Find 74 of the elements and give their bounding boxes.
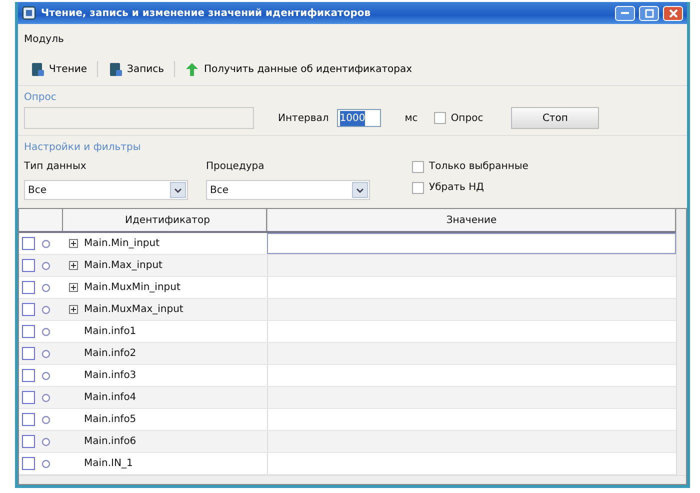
group-title: Настройки и фильтры xyxy=(23,141,142,155)
checkbox[interactable] xyxy=(434,112,446,124)
column-header[interactable]: Идентификатор xyxy=(63,209,267,231)
unit-label: мс xyxy=(404,112,418,126)
arrow-up-icon xyxy=(185,62,200,76)
radio-icon xyxy=(41,436,51,446)
checkbox[interactable] xyxy=(22,325,35,338)
table-cell-text: Main.IN_1 xyxy=(84,457,133,471)
radio-icon xyxy=(41,238,51,248)
toolbar-button[interactable]: Запись xyxy=(102,62,170,76)
table-cell-text: Main.MuxMin_input xyxy=(84,281,180,295)
table-cell-text: Main.Max_input xyxy=(84,259,162,273)
table-cell-text: Main.info6 xyxy=(84,435,136,449)
table-cell-text: Main.info2 xyxy=(84,347,136,361)
chevron-down-icon xyxy=(356,186,364,194)
window-title: Чтение, запись и изменение значений идентификаторов xyxy=(41,6,372,20)
checkbox-label: Только выбранные xyxy=(429,160,528,174)
close-button[interactable] xyxy=(663,6,683,20)
table-cell-text: Main.info4 xyxy=(84,391,136,405)
checkbox[interactable] xyxy=(22,281,35,294)
interval-field[interactable]: 1000 xyxy=(336,109,381,127)
table-cell-text: Main.info3 xyxy=(84,369,136,383)
checkbox-label: Опрос xyxy=(450,112,484,126)
cell-editor[interactable] xyxy=(267,233,676,254)
checkbox[interactable] xyxy=(22,435,35,448)
radio-icon xyxy=(41,326,51,336)
radio-icon xyxy=(41,370,51,380)
menu-item[interactable]: Модуль xyxy=(18,24,70,53)
book-icon xyxy=(30,62,45,76)
checkbox-label: Убрать НД xyxy=(429,181,484,195)
maximize-button[interactable] xyxy=(639,6,659,20)
scrollbar[interactable] xyxy=(676,209,686,475)
checkbox[interactable] xyxy=(22,391,35,404)
maximize-icon xyxy=(644,8,654,18)
chevron-down-icon xyxy=(174,186,182,194)
scrollbar[interactable] xyxy=(19,475,686,484)
expand-icon[interactable] xyxy=(69,305,78,314)
checkbox[interactable] xyxy=(22,237,35,250)
dropdown[interactable]: Все xyxy=(24,180,188,200)
checkbox[interactable] xyxy=(22,457,35,470)
stop-button[interactable]: Стоп xyxy=(511,107,600,129)
toolbar-button[interactable]: Чтение xyxy=(24,62,94,76)
close-icon xyxy=(668,8,678,18)
minimize-button[interactable] xyxy=(615,6,635,20)
checkbox[interactable] xyxy=(22,259,35,272)
expand-icon[interactable] xyxy=(69,239,78,248)
field-label: Тип данных xyxy=(24,160,88,174)
table-cell-text: Main.info1 xyxy=(84,325,136,339)
expand-icon[interactable] xyxy=(69,261,78,270)
app-icon xyxy=(22,6,36,20)
checkbox[interactable] xyxy=(412,182,424,194)
field-label: Интервал xyxy=(278,112,329,126)
radio-icon xyxy=(41,304,51,314)
dropdown[interactable]: Все xyxy=(206,180,370,200)
table-cell-text: Main.Min_input xyxy=(84,237,160,251)
table-cell-text: Main.MuxMax_input xyxy=(84,303,184,317)
radio-icon xyxy=(41,392,51,402)
field-label: Процедура xyxy=(206,160,266,174)
minimize-icon xyxy=(621,12,629,14)
radio-icon xyxy=(41,282,51,292)
checkbox[interactable] xyxy=(22,413,35,426)
checkbox[interactable] xyxy=(22,369,35,382)
table-cell-text: Main.info5 xyxy=(84,413,136,427)
book-icon xyxy=(108,62,124,76)
toolbar-button[interactable]: Получить данные об идентификаторах xyxy=(179,62,418,76)
radio-icon xyxy=(41,458,51,468)
checkbox[interactable] xyxy=(22,347,35,360)
radio-icon xyxy=(41,348,51,358)
checkbox[interactable] xyxy=(22,303,35,316)
radio-icon xyxy=(41,414,51,424)
radio-icon xyxy=(41,260,51,270)
checkbox[interactable] xyxy=(412,160,424,172)
expand-icon[interactable] xyxy=(69,283,78,292)
group-title: Опрос xyxy=(23,91,58,105)
